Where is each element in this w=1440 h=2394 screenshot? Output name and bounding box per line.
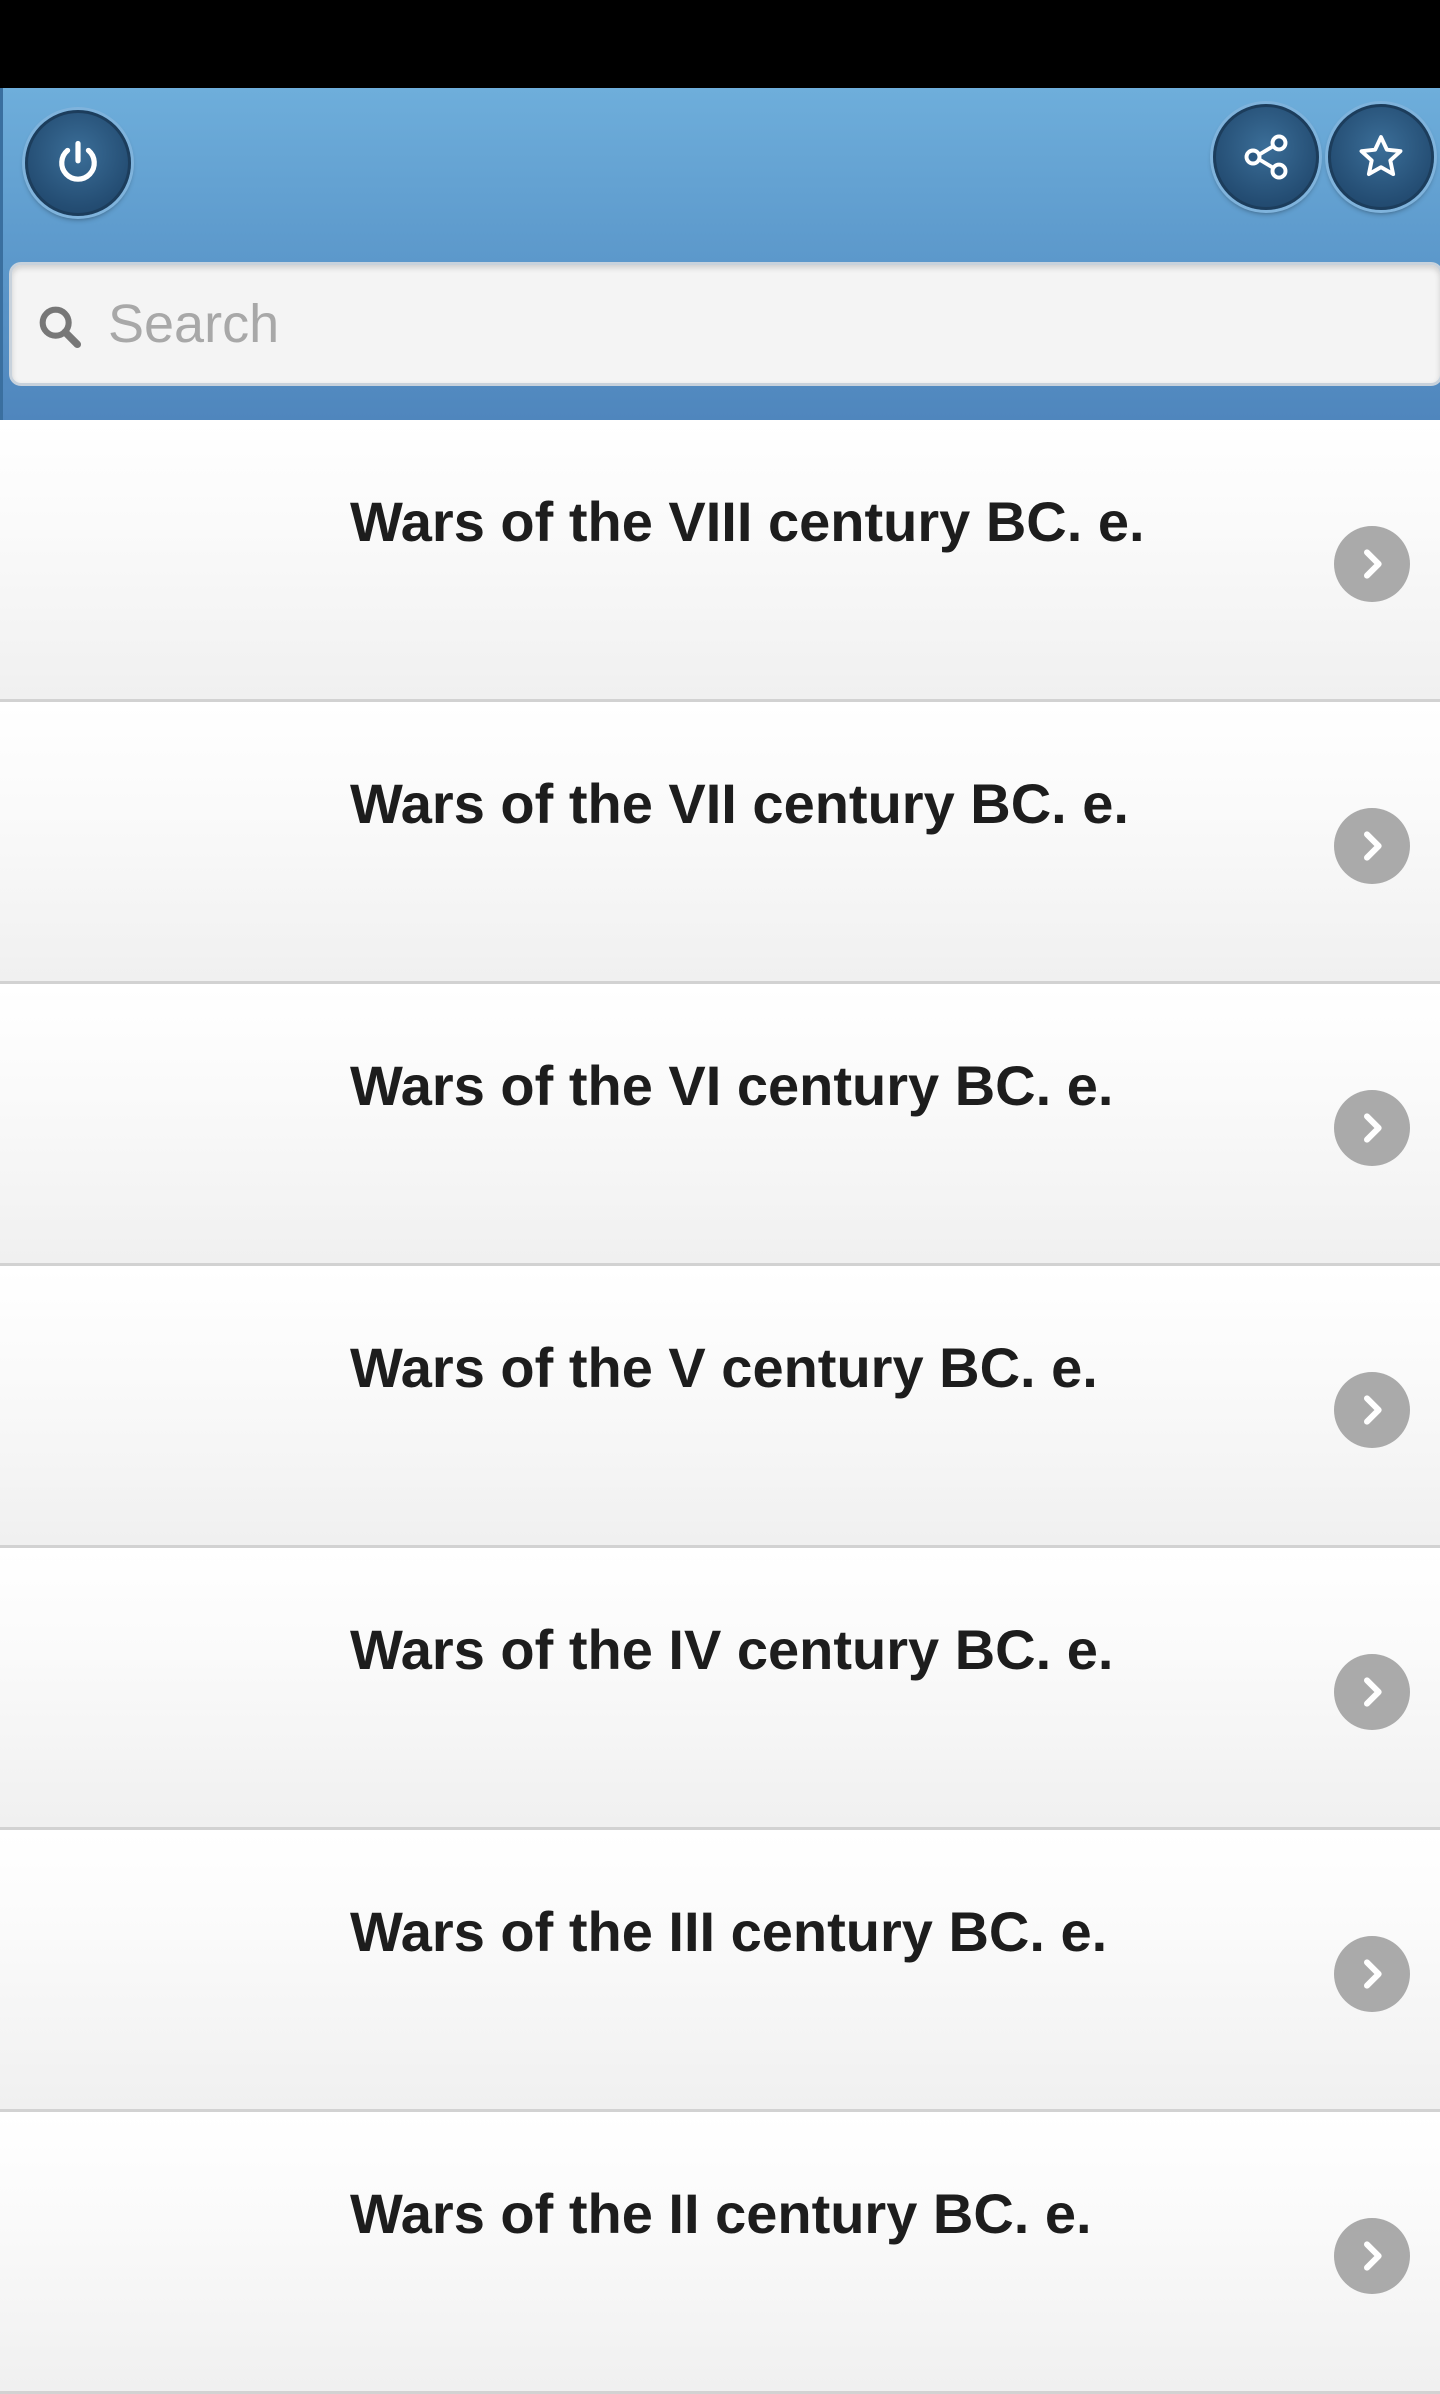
chevron-right-icon — [1334, 1372, 1410, 1448]
list-item-label: Wars of the VII century BC. e. — [350, 772, 1129, 835]
chevron-right-icon — [1334, 1090, 1410, 1166]
power-icon — [59, 140, 97, 182]
list-item[interactable]: Wars of the VI century BC. e. — [0, 984, 1440, 1266]
list-item-label: Wars of the VIII century BC. e. — [350, 490, 1145, 553]
chevron-right-icon — [1334, 1936, 1410, 2012]
chevron-right-icon — [1334, 2218, 1410, 2294]
chevron-right-icon — [1334, 808, 1410, 884]
search-bar — [9, 262, 1440, 386]
list-item[interactable]: Wars of the II century BC. e. — [0, 2112, 1440, 2394]
list-item-label: Wars of the IV century BC. e. — [350, 1618, 1114, 1681]
chevron-right-icon — [1334, 1654, 1410, 1730]
list-item-label: Wars of the V century BC. e. — [350, 1336, 1098, 1399]
status-bar — [0, 0, 1440, 88]
star-icon — [1359, 135, 1403, 177]
list-item[interactable]: Wars of the III century BC. e. — [0, 1830, 1440, 2112]
list-item[interactable]: Wars of the VII century BC. e. — [0, 702, 1440, 984]
list-item[interactable]: Wars of the V century BC. e. — [0, 1266, 1440, 1548]
list-item[interactable]: Wars of the IV century BC. e. — [0, 1548, 1440, 1830]
share-icon — [1244, 134, 1288, 180]
list-item-label: Wars of the VI century BC. e. — [350, 1054, 1114, 1117]
power-button[interactable] — [25, 110, 131, 216]
search-icon — [39, 306, 82, 349]
header-toolbar — [0, 88, 1440, 420]
share-button[interactable] — [1213, 104, 1319, 210]
war-list: Wars of the VIII century BC. e. Wars of … — [0, 420, 1440, 2394]
search-input[interactable] — [108, 265, 1418, 383]
list-item[interactable]: Wars of the VIII century BC. e. — [0, 420, 1440, 702]
chevron-right-icon — [1334, 526, 1410, 602]
list-item-label: Wars of the II century BC. e. — [350, 2182, 1092, 2245]
list-item-label: Wars of the III century BC. e. — [350, 1900, 1108, 1963]
favorite-button[interactable] — [1328, 104, 1434, 210]
